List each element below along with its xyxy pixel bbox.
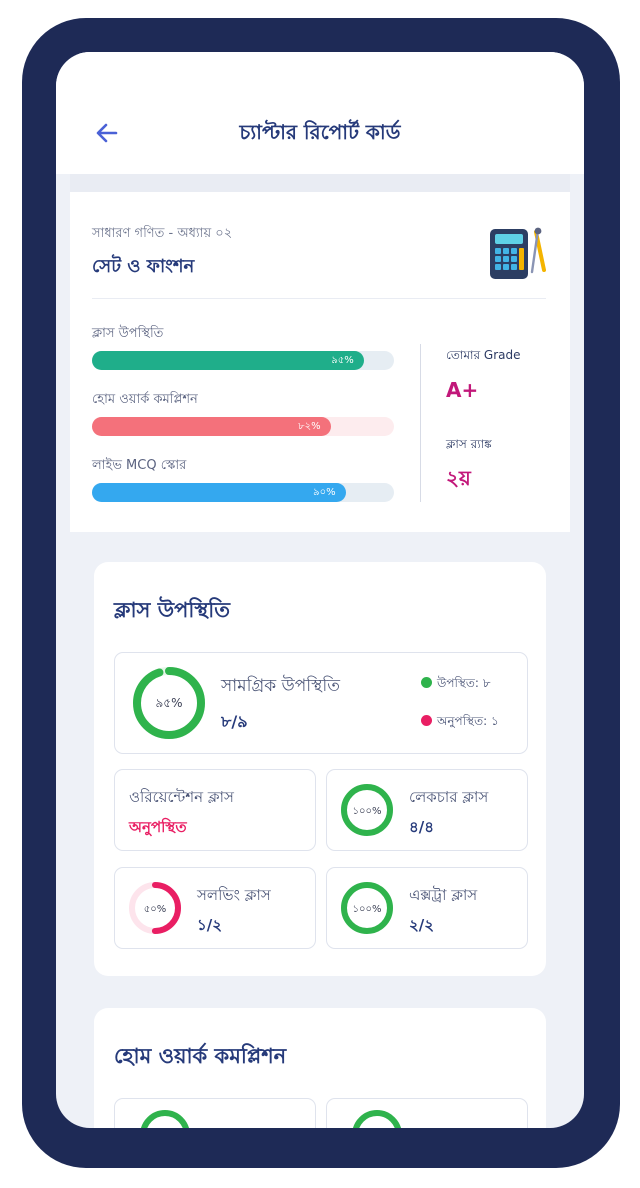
extra-class-label: এক্সট্রা ক্লাস [409, 886, 478, 904]
solving-class-value: ১/২ [197, 916, 222, 934]
phone-screen: চ্যাপ্টার রিপোর্ট কার্ড সাধারণ গণিত - অধ… [56, 52, 584, 1128]
homework-card-title: হোম ওয়ার্ক কমপ্লিশন [114, 1044, 287, 1068]
orientation-class-box: ওরিয়েন্টেশন ক্লাস অনুপস্থিত [114, 769, 316, 851]
homework-ring-partial [141, 1110, 189, 1128]
grade-label: তোমার Grade [446, 348, 521, 362]
homework-progress-fill: ৮২% [92, 417, 331, 436]
attendance-progress-bar: ৯৫% [92, 351, 394, 370]
lecture-class-ring: ১০০% [341, 784, 393, 836]
present-legend: উপস্থিত: ৮ [421, 675, 491, 695]
calculator-icon [488, 226, 552, 286]
overall-attendance-value: ৮/৯ [221, 712, 248, 731]
vertical-divider [420, 344, 421, 502]
mcq-percent: ৯০% [313, 487, 336, 498]
orientation-class-value: অনুপস্থিত [129, 818, 187, 836]
homework-ring-partial-2 [353, 1110, 401, 1128]
lecture-class-label: লেকচার ক্লাস [409, 788, 489, 806]
homework-box-left [114, 1098, 316, 1128]
extra-class-percent: ১০০% [353, 904, 382, 915]
absent-legend: অনুপস্থিত: ১ [421, 713, 499, 733]
absent-dot-icon [421, 715, 432, 726]
extra-class-box: ১০০% এক্সট্রা ক্লাস ২/২ [326, 867, 528, 949]
mcq-progress-bar: ৯০% [92, 483, 394, 502]
present-legend-text: উপস্থিত: ৮ [437, 676, 491, 690]
mcq-bar-label: লাইভ MCQ স্কোর [92, 458, 187, 473]
solving-class-box: ৫০% সলভিং ক্লাস ১/২ [114, 867, 316, 949]
summary-divider [92, 298, 546, 299]
page-title: চ্যাপ্টার রিপোর্ট কার্ড [239, 120, 401, 144]
homework-card: হোম ওয়ার্ক কমপ্লিশন [94, 1008, 546, 1128]
solving-class-percent: ৫০% [144, 904, 167, 915]
attendance-bar-label: ক্লাস উপস্থিতি [92, 326, 164, 341]
attendance-card-title: ক্লাস উপস্থিতি [114, 598, 230, 622]
absent-legend-text: অনুপস্থিত: ১ [437, 714, 499, 728]
overall-attendance-label: সামগ্রিক উপস্থিতি [221, 676, 341, 696]
solving-class-ring: ৫০% [129, 882, 181, 934]
rank-label: ক্লাস র‍্যাঙ্ক [446, 437, 492, 451]
orientation-class-label: ওরিয়েন্টেশন ক্লাস [129, 788, 234, 806]
solving-class-label: সলভিং ক্লাস [197, 886, 271, 904]
attendance-progress-fill: ৯৫% [92, 351, 364, 370]
subject-title: সেট ও ফাংশন [92, 256, 195, 277]
extra-class-ring: ১০০% [341, 882, 393, 934]
homework-percent: ৮২% [298, 421, 321, 432]
homework-box-right [326, 1098, 528, 1128]
present-dot-icon [421, 677, 432, 688]
summary-card: সাধারণ গণিত - অধ্যায় ০২ সেট ও ফাংশন ক্ল… [70, 192, 570, 532]
rank-value: ২য় [446, 466, 471, 490]
extra-class-value: ২/২ [409, 916, 434, 934]
grade-value: A+ [446, 378, 479, 402]
divider-band [70, 174, 570, 192]
homework-bar-label: হোম ওয়ার্ক কমপ্লিশন [92, 392, 198, 407]
lecture-class-value: ৪/৪ [409, 818, 434, 836]
lecture-class-box: ১০০% লেকচার ক্লাস ৪/৪ [326, 769, 528, 851]
top-bar: চ্যাপ্টার রিপোর্ট কার্ড [56, 52, 584, 174]
homework-progress-bar: ৮২% [92, 417, 394, 436]
mcq-progress-fill: ৯০% [92, 483, 346, 502]
subject-subtitle: সাধারণ গণিত - অধ্যায় ০২ [92, 226, 233, 241]
overall-attendance-box: ৯৫% সামগ্রিক উপস্থিতি ৮/৯ উপস্থিত: ৮ অনু… [114, 652, 528, 754]
attendance-percent: ৯৫% [331, 355, 354, 366]
overall-attendance-percent: ৯৫% [156, 696, 183, 710]
lecture-class-percent: ১০০% [353, 806, 382, 817]
overall-attendance-ring: ৯৫% [133, 667, 205, 739]
attendance-card: ক্লাস উপস্থিতি ৯৫% সামগ্রিক উপস্থিতি ৮/৯… [94, 562, 546, 976]
